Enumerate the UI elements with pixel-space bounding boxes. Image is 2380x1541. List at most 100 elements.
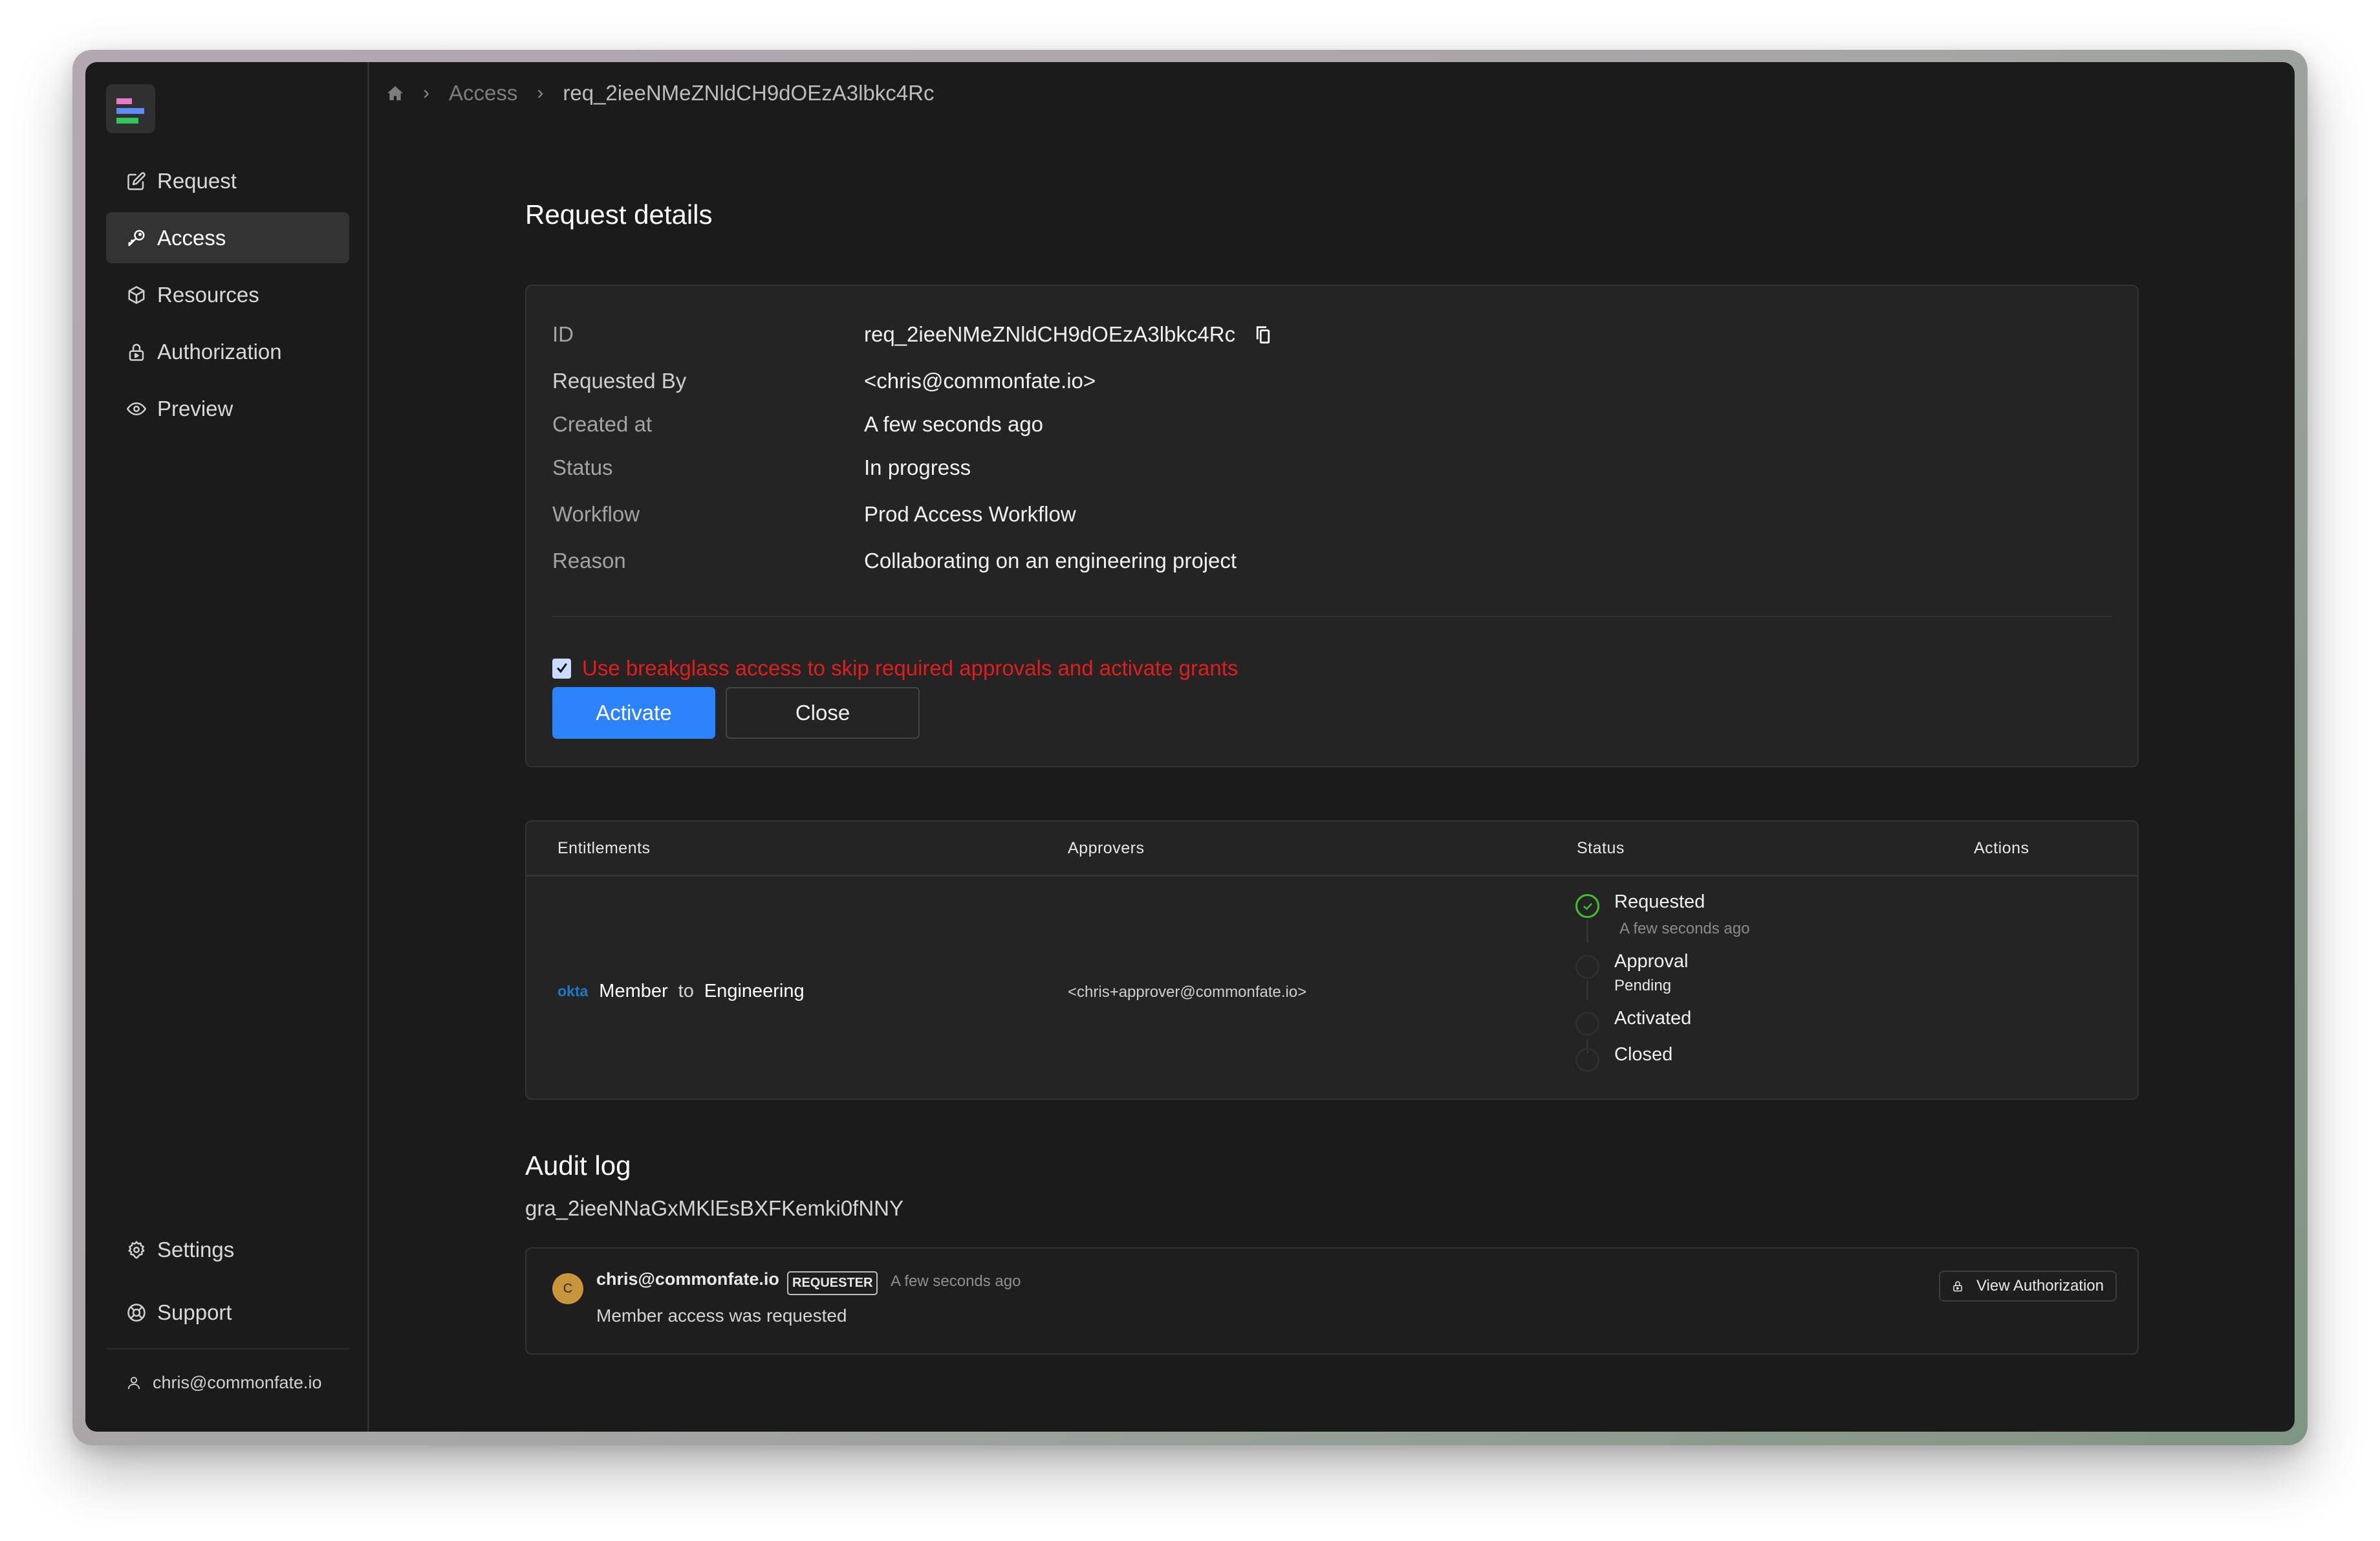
step-label: Requested: [1614, 891, 1705, 912]
activate-button[interactable]: Activate: [552, 687, 715, 739]
entitlements-table: Entitlements Approvers Status Actions ok…: [525, 820, 2139, 1100]
page-title: Request details: [525, 199, 713, 230]
column-header-approvers: Approvers: [1068, 838, 1145, 857]
column-header-actions: Actions: [1974, 838, 2029, 857]
breadcrumb-access[interactable]: Access: [449, 81, 517, 105]
user-email: chris@commonfate.io: [153, 1373, 322, 1392]
audit-log-entry: C chris@commonfate.io REQUESTER A few se…: [525, 1247, 2139, 1355]
sidebar-item-label: Authorization: [157, 339, 282, 364]
field-value: In progress: [864, 455, 971, 479]
column-header-entitlements: Entitlements: [557, 838, 651, 857]
app-window: Request Access Resources Authorization P…: [85, 62, 2295, 1432]
divider: [552, 616, 2112, 617]
column-header-status: Status: [1577, 838, 1625, 857]
sidebar-item-label: Settings: [157, 1237, 235, 1262]
field-value: A few seconds ago: [864, 412, 1044, 436]
sidebar-item-settings[interactable]: Settings: [106, 1224, 349, 1275]
timeline-step-approval: Approval Pending: [1575, 951, 1688, 994]
timeline-step-activated: Activated: [1575, 1008, 1691, 1036]
sidebar-item-label: Request: [157, 168, 237, 193]
field-value: <chris@commonfate.io>: [864, 369, 1096, 393]
sidebar-item-authorization[interactable]: Authorization: [106, 326, 349, 377]
timeline-step-closed: Closed: [1575, 1044, 1672, 1072]
logo-bar-pink: [116, 98, 132, 104]
breadcrumb-current: req_2ieeNMeZNldCH9dOEzA3lbkc4Rc: [563, 81, 935, 105]
sidebar-item-resources[interactable]: Resources: [106, 269, 349, 320]
timeline-connector: [1586, 920, 1588, 943]
view-authorization-button[interactable]: View Authorization: [1938, 1271, 2117, 1302]
table-header: Entitlements Approvers Status Actions: [526, 822, 2137, 877]
breadcrumb-separator: ›: [537, 82, 544, 104]
sidebar: Request Access Resources Authorization P…: [85, 62, 369, 1432]
field-status: Status In progress: [552, 455, 971, 480]
field-id: ID req_2ieeNMeZNldCH9dOEzA3lbkc4Rc: [552, 322, 1271, 347]
field-value: Collaborating on an engineering project: [864, 549, 1237, 573]
close-button[interactable]: Close: [726, 687, 920, 739]
current-user[interactable]: chris@commonfate.io: [127, 1373, 322, 1393]
step-label: Activated: [1614, 1008, 1692, 1029]
okta-logo-icon: okta: [557, 983, 589, 1000]
breakglass-checkbox[interactable]: [552, 658, 571, 679]
field-requested-by: Requested By <chris@commonfate.io>: [552, 369, 1096, 393]
role-badge: REQUESTER: [787, 1271, 878, 1295]
app-logo[interactable]: [106, 84, 155, 133]
lifebuoy-icon: [127, 1303, 146, 1322]
edit-icon: [127, 171, 146, 191]
copy-icon[interactable]: [1255, 325, 1271, 344]
lock-icon: [127, 342, 146, 362]
field-value: Prod Access Workflow: [864, 502, 1076, 526]
request-id-value: req_2ieeNMeZNldCH9dOEzA3lbkc4Rc: [864, 322, 1236, 346]
pending-circle-icon: [1575, 1012, 1599, 1036]
field-created-at: Created at A few seconds ago: [552, 412, 1043, 437]
field-label: Status: [552, 455, 613, 479]
view-authorization-label: View Authorization: [1976, 1277, 2104, 1295]
audit-log-title: Audit log: [525, 1150, 631, 1181]
audit-timestamp: A few seconds ago: [891, 1273, 1021, 1290]
request-details-card: ID req_2ieeNMeZNldCH9dOEzA3lbkc4Rc Reque…: [525, 285, 2139, 767]
sidebar-item-label: Access: [157, 225, 226, 250]
step-label: Closed: [1614, 1044, 1673, 1065]
audit-user: chris@commonfate.io: [596, 1269, 779, 1289]
grant-id: gra_2ieeNNaGxMKlEsBXFKemki0fNNY: [525, 1196, 904, 1220]
sidebar-item-preview[interactable]: Preview: [106, 383, 349, 434]
check-circle-icon: [1575, 894, 1599, 918]
sidebar-item-label: Resources: [157, 282, 259, 307]
breakglass-option[interactable]: Use breakglass access to skip required a…: [552, 656, 1238, 681]
breadcrumb: › Access › req_2ieeNMeZNldCH9dOEzA3lbkc4…: [387, 78, 934, 109]
eye-icon: [127, 399, 146, 419]
sidebar-item-support[interactable]: Support: [106, 1287, 349, 1338]
audit-message: Member access was requested: [596, 1306, 847, 1326]
field-label: Created at: [552, 412, 653, 436]
breakglass-label: Use breakglass access to skip required a…: [582, 656, 1239, 680]
home-icon[interactable]: [387, 85, 404, 102]
user-icon: [127, 1376, 140, 1389]
field-reason: Reason Collaborating on an engineering p…: [552, 549, 1237, 573]
sidebar-divider: [106, 1348, 349, 1350]
avatar: C: [552, 1273, 583, 1304]
breadcrumb-separator: ›: [423, 82, 429, 104]
field-workflow: Workflow Prod Access Workflow: [552, 502, 1076, 527]
sidebar-item-label: Preview: [157, 396, 233, 421]
lock-icon: [1953, 1281, 1962, 1292]
logo-bar-blue: [116, 108, 144, 114]
pending-circle-icon: [1575, 1048, 1599, 1072]
key-icon: [127, 228, 146, 248]
entitlement-role: Member: [599, 981, 668, 1001]
cube-icon: [127, 285, 146, 305]
sidebar-item-request[interactable]: Request: [106, 155, 349, 206]
field-label: ID: [552, 322, 574, 346]
entitlement-target: Engineering: [704, 981, 805, 1001]
approvers-cell: <chris+approver@commonfate.io>: [1068, 983, 1307, 1001]
field-label: Workflow: [552, 502, 640, 526]
step-label: Approval: [1614, 951, 1689, 972]
entitlement-cell: okta Member to Engineering: [557, 981, 805, 1002]
timeline-connector: [1586, 981, 1588, 1000]
gear-icon: [127, 1240, 146, 1260]
timeline-step-requested: Requested A few seconds ago: [1575, 891, 1749, 937]
sidebar-item-label: Support: [157, 1300, 232, 1324]
step-sub: Pending: [1614, 977, 1672, 994]
sidebar-item-access[interactable]: Access: [106, 212, 349, 263]
field-label: Requested By: [552, 369, 687, 393]
entitlement-connector: to: [678, 981, 694, 1001]
logo-bar-green: [116, 118, 138, 124]
